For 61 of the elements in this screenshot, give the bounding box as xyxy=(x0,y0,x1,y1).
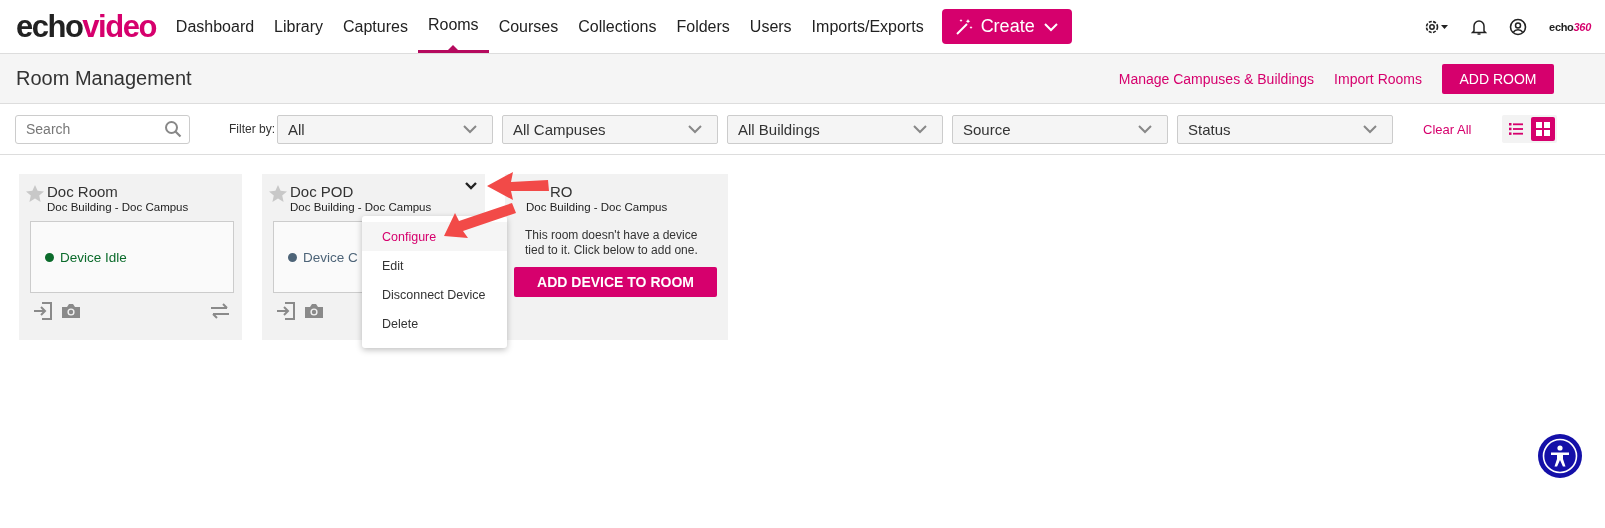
nav-tab[interactable]: Library xyxy=(264,0,333,53)
magic-wand-icon xyxy=(954,17,973,36)
star-icon[interactable] xyxy=(26,185,44,202)
page-title: Room Management xyxy=(16,67,192,90)
chevron-down-icon xyxy=(1137,124,1153,134)
chevron-down-icon xyxy=(1362,124,1378,134)
device-status: Device Idle xyxy=(60,249,127,265)
list-icon xyxy=(1509,123,1524,135)
filter-dropdown[interactable]: Status xyxy=(1177,114,1393,144)
chevron-down-icon xyxy=(687,124,703,134)
accessibility-button[interactable] xyxy=(1538,434,1582,478)
grid-view-button[interactable] xyxy=(1531,117,1556,141)
room-location: Doc Building - Doc Campus xyxy=(47,200,189,214)
filter-dropdown[interactable]: All Campuses xyxy=(502,114,718,144)
nav-tab[interactable]: Collections xyxy=(568,0,667,53)
user-account-icon[interactable] xyxy=(1509,17,1528,36)
room-location: Doc Building - Doc Campus xyxy=(525,200,668,214)
header-link[interactable]: Manage Campuses & Buildings xyxy=(1118,70,1315,87)
room-title: Doc Room xyxy=(47,183,119,200)
add-device-button[interactable]: ADD DEVICE TO ROOM xyxy=(514,267,717,297)
echo360-logo: echo360 xyxy=(1549,20,1591,33)
room-title: Doc POD xyxy=(290,183,355,200)
nav-tab[interactable]: Folders xyxy=(666,0,740,53)
annotation-arrow xyxy=(444,203,516,238)
menu-item[interactable]: Configure xyxy=(362,222,507,251)
filter-dropdown[interactable]: Source xyxy=(952,114,1168,144)
camera-icon[interactable] xyxy=(61,303,81,319)
chevron-down-icon xyxy=(1042,21,1059,32)
echovideo-logo[interactable]: echovideo xyxy=(16,8,156,45)
menu-item[interactable]: Delete xyxy=(362,309,507,338)
search-icon xyxy=(164,119,182,138)
search-field[interactable]: Search xyxy=(15,114,190,144)
annotation-arrow xyxy=(487,172,549,200)
menu-toggle-button[interactable] xyxy=(464,181,478,191)
nav-tab[interactable]: Users xyxy=(739,0,802,53)
clear-all-link[interactable]: Clear All xyxy=(1423,121,1472,137)
notification-bell-icon[interactable] xyxy=(1471,17,1488,36)
nav-tab[interactable]: Captures xyxy=(333,0,418,53)
filter-label: Filter by: xyxy=(229,122,275,136)
sign-in-icon[interactable] xyxy=(33,302,53,320)
add-room-button[interactable]: ADD ROOM xyxy=(1442,63,1554,94)
room-title: RO xyxy=(549,183,574,200)
no-device-message: This room doesn't have a device tied to it. Click below to add one. xyxy=(525,228,699,258)
room-location: Doc Building - Doc Campus xyxy=(290,200,432,214)
device-status: Device C xyxy=(303,249,358,265)
filter-dropdown[interactable]: All xyxy=(277,114,493,144)
camera-icon[interactable] xyxy=(304,303,324,319)
nav-tab[interactable]: Imports/Exports xyxy=(801,0,934,53)
swap-arrows-icon[interactable] xyxy=(210,303,230,319)
header-link[interactable]: Import Rooms xyxy=(1334,70,1422,87)
sign-in-icon[interactable] xyxy=(276,302,296,320)
chevron-down-icon xyxy=(912,124,928,134)
grid-icon xyxy=(1536,122,1551,136)
filter-dropdown[interactable]: All Buildings xyxy=(727,114,943,144)
menu-item[interactable]: Edit xyxy=(362,251,507,280)
chevron-down-icon xyxy=(462,124,478,134)
star-icon[interactable] xyxy=(269,185,287,202)
menu-item[interactable]: Disconnect Device xyxy=(362,280,507,309)
nav-tab[interactable]: Courses xyxy=(488,0,569,53)
create-button[interactable]: Create xyxy=(941,9,1072,44)
nav-tab[interactable]: Dashboard xyxy=(165,0,265,53)
